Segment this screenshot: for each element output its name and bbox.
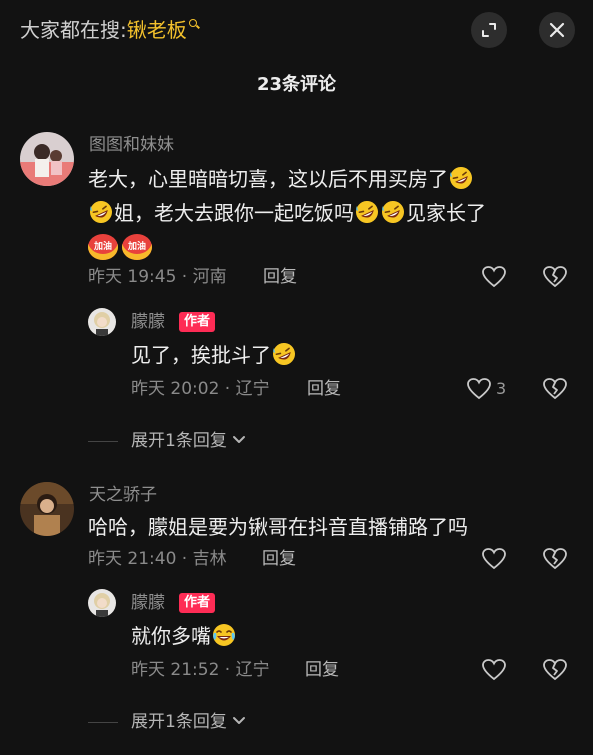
reply-username[interactable]: 朦朦	[131, 310, 165, 334]
rofl-emoji	[450, 167, 472, 189]
comment-sticker-line: 加油 加油	[88, 229, 156, 261]
top-bar: 大家都在搜:锹老板	[0, 0, 593, 60]
avatar[interactable]	[20, 132, 74, 186]
reply-button[interactable]: 回复	[307, 377, 341, 401]
heart-icon[interactable]	[481, 657, 507, 683]
comment-username[interactable]: 天之骄子	[89, 483, 157, 507]
search-hint-prefix: 大家都在搜:	[20, 18, 127, 42]
divider	[88, 441, 118, 442]
comment-count-title: 23条评论	[256, 74, 337, 95]
comment-time-location: 昨天 21:40 · 吉林	[88, 549, 227, 569]
reply-time-location: 昨天 21:52 · 辽宁	[131, 660, 270, 680]
broken-heart-icon[interactable]	[542, 546, 568, 572]
avatar[interactable]	[88, 308, 116, 336]
expand-replies-button[interactable]: 展开1条回复	[131, 429, 246, 453]
cheer-sticker: 加油	[122, 233, 152, 260]
chevron-down-icon	[233, 717, 246, 724]
comment-text-line-1: 老大，心里暗暗切喜，这以后不用买房了	[88, 163, 474, 195]
author-badge: 作者	[179, 312, 216, 332]
search-keyword[interactable]: 锹老板	[127, 18, 187, 42]
comment-text-line-2: 姐，老大去跟你一起吃饭吗 见家长了	[88, 197, 486, 229]
close-button[interactable]	[539, 12, 575, 48]
reply-text: 就你多嘴	[131, 620, 237, 652]
tears-of-joy-emoji	[213, 624, 235, 646]
search-icon	[188, 19, 197, 27]
rofl-emoji	[273, 343, 295, 365]
search-suggestion[interactable]: 大家都在搜:锹老板	[20, 15, 197, 45]
reply-button[interactable]: 回复	[263, 265, 297, 289]
broken-heart-icon[interactable]	[542, 264, 568, 290]
heart-icon[interactable]	[466, 376, 492, 402]
author-badge: 作者	[179, 593, 216, 613]
rofl-emoji	[90, 201, 112, 223]
avatar[interactable]	[88, 589, 116, 617]
comment-username[interactable]: 图图和妹妹	[89, 133, 174, 157]
reply-button[interactable]: 回复	[305, 658, 339, 682]
heart-icon[interactable]	[481, 546, 507, 572]
divider	[88, 722, 118, 723]
comment-text-line-1: 哈哈，朦姐是要为锹哥在抖音直播铺路了吗	[88, 515, 468, 539]
rofl-emoji	[356, 201, 378, 223]
chevron-down-icon	[233, 436, 246, 443]
expand-button[interactable]	[471, 12, 507, 48]
reply-button[interactable]: 回复	[262, 547, 296, 571]
reply-username[interactable]: 朦朦	[131, 591, 165, 615]
broken-heart-icon[interactable]	[542, 376, 568, 402]
cheer-sticker: 加油	[88, 233, 118, 260]
broken-heart-icon[interactable]	[542, 657, 568, 683]
reply-time-location: 昨天 20:02 · 辽宁	[131, 379, 270, 399]
expand-replies-button[interactable]: 展开1条回复	[131, 710, 246, 734]
comment-panel: 大家都在搜:锹老板 23条评论 图图和妹妹 老大，心里暗暗切喜，这以后不用买房了	[0, 0, 593, 755]
avatar[interactable]	[20, 482, 74, 536]
expand-icon	[482, 23, 496, 37]
close-icon	[549, 22, 565, 38]
reply-text: 见了，挨批斗了	[131, 339, 297, 371]
comment-time-location: 昨天 19:45 · 河南	[88, 267, 227, 287]
rofl-emoji	[382, 201, 404, 223]
heart-icon[interactable]	[481, 264, 507, 290]
like-count: 3	[496, 379, 507, 398]
